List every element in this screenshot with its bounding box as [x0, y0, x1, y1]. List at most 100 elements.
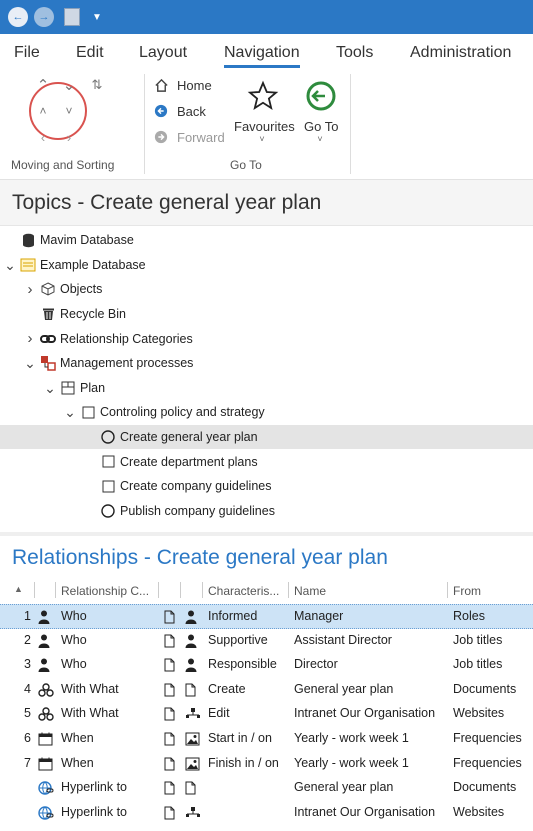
- tree-item[interactable]: ⌄ Management processes: [0, 351, 533, 376]
- tree-item[interactable]: ⌄ Controling policy and strategy: [0, 400, 533, 425]
- column-header-characteristic[interactable]: Characteris...: [208, 584, 279, 598]
- chevron-down-icon[interactable]: ⌄: [64, 405, 76, 419]
- cell-characteristic: Responsible: [208, 657, 277, 672]
- column-header-from[interactable]: From: [453, 584, 481, 598]
- forward-icon[interactable]: [152, 128, 170, 146]
- table-row[interactable]: 2 Who Supportive Assistant Director Job titl…: [0, 629, 533, 654]
- document-icon: [185, 683, 196, 700]
- document-icon: [164, 806, 175, 823]
- column-separator[interactable]: [180, 582, 181, 598]
- tree-item[interactable]: ⌄ Plan: [0, 376, 533, 401]
- favourites-button[interactable]: Favourites: [234, 119, 295, 134]
- move-up-icon[interactable]: ˄: [34, 102, 52, 120]
- column-separator[interactable]: [55, 582, 56, 598]
- move-bottom-icon[interactable]: ⌄: [60, 76, 78, 94]
- menu-layout[interactable]: Layout: [139, 44, 187, 68]
- column-separator[interactable]: [202, 582, 203, 598]
- column-separator[interactable]: [288, 582, 289, 598]
- grid-icon: [60, 380, 76, 396]
- tree-item[interactable]: Recycle Bin: [0, 302, 533, 327]
- tree-item[interactable]: ⌄ Example Database: [0, 253, 533, 278]
- home-button[interactable]: Home: [177, 78, 212, 93]
- column-separator[interactable]: [34, 582, 35, 598]
- table-row[interactable]: 4 With What Create General year plan Documen…: [0, 678, 533, 703]
- sort-ascending-icon[interactable]: ▲: [14, 584, 23, 594]
- cell-characteristic: Supportive: [208, 632, 268, 647]
- image-icon: [185, 732, 200, 749]
- star-icon[interactable]: [245, 78, 281, 114]
- link-icon: [40, 331, 56, 347]
- network-icon: [185, 806, 201, 821]
- table-row[interactable]: 7 When Finish in / on Yearly - work week 1 F…: [0, 752, 533, 777]
- back-button[interactable]: Back: [177, 104, 206, 119]
- back-icon[interactable]: [152, 102, 170, 120]
- column-separator[interactable]: [158, 582, 159, 598]
- hyperlink-icon: [38, 781, 54, 798]
- favourites-chevron-down-icon[interactable]: ˅: [257, 134, 267, 144]
- tree-item[interactable]: Publish company guidelines: [0, 499, 533, 524]
- column-header-name[interactable]: Name: [294, 584, 326, 598]
- cell-category: Who: [61, 657, 87, 672]
- quick-access-dropdown-icon[interactable]: ▼: [92, 12, 102, 23]
- table-row[interactable]: 1 Who Informed Manager Roles: [0, 604, 533, 629]
- home-icon[interactable]: [152, 76, 170, 94]
- goto-chevron-down-icon[interactable]: ˅: [315, 134, 325, 144]
- move-top-icon[interactable]: ⌃: [34, 76, 52, 94]
- tree-item[interactable]: Mavim Database: [0, 228, 533, 253]
- square-icon: [100, 454, 116, 470]
- menu-edit[interactable]: Edit: [76, 44, 104, 68]
- move-right-icon[interactable]: ›: [60, 128, 78, 146]
- sort-icon[interactable]: ⇅: [88, 76, 106, 94]
- document-icon: [164, 757, 175, 774]
- person-icon: [38, 658, 50, 675]
- menu-administration[interactable]: Administration: [410, 44, 511, 68]
- document-icon: [164, 634, 175, 651]
- row-number: 6: [24, 731, 31, 745]
- chevron-down-icon[interactable]: ⌄: [4, 258, 16, 272]
- tree-item[interactable]: Create company guidelines: [0, 474, 533, 499]
- tree-item-label: Create general year plan: [120, 430, 258, 445]
- tree-item-label: Create company guidelines: [120, 479, 272, 494]
- goto-icon[interactable]: [303, 78, 339, 114]
- tree-item[interactable]: › Objects: [0, 277, 533, 302]
- forward-button[interactable]: Forward: [177, 130, 225, 145]
- tree-item[interactable]: Create department plans: [0, 449, 533, 474]
- menu-tools[interactable]: Tools: [336, 44, 373, 68]
- move-down-icon[interactable]: ˅: [60, 102, 78, 120]
- tree-item[interactable]: › Relationship Categories: [0, 326, 533, 351]
- cell-category: Hyperlink to: [61, 780, 127, 795]
- cell-category: Hyperlink to: [61, 804, 127, 819]
- cube-icon: [40, 281, 56, 297]
- column-separator[interactable]: [447, 582, 448, 598]
- table-row[interactable]: 5 With What Edit Intranet Our Organisation W…: [0, 702, 533, 727]
- person-icon: [185, 634, 197, 651]
- menu-navigation[interactable]: Navigation: [224, 44, 300, 68]
- calendar-icon: [38, 732, 53, 749]
- move-left-icon[interactable]: ‹: [34, 128, 52, 146]
- goto-button[interactable]: Go To: [304, 119, 338, 134]
- cell-characteristic: Edit: [208, 706, 230, 721]
- table-row[interactable]: Hyperlink to Intranet Our Organisation Web…: [0, 801, 533, 826]
- cluster-icon: [38, 707, 54, 724]
- tree-item-label: Plan: [80, 380, 106, 395]
- column-header-category[interactable]: Relationship C...: [61, 584, 149, 598]
- table-row[interactable]: 6 When Start in / on Yearly - work week 1 Fr…: [0, 727, 533, 752]
- person-icon: [185, 658, 197, 675]
- row-number: 1: [24, 609, 31, 623]
- forward-arrow-icon[interactable]: →: [34, 7, 54, 27]
- image-icon: [185, 757, 200, 774]
- cell-name: General year plan: [294, 780, 394, 795]
- chevron-down-icon[interactable]: ⌄: [24, 356, 36, 370]
- menu-file[interactable]: File: [14, 44, 40, 68]
- table-row[interactable]: 3 Who Responsible Director Job titles: [0, 653, 533, 678]
- cell-name: Yearly - work week 1: [294, 731, 409, 745]
- back-arrow-icon[interactable]: ←: [8, 7, 28, 27]
- table-row[interactable]: Hyperlink to General year plan Documents: [0, 776, 533, 801]
- document-stack-icon[interactable]: [64, 8, 80, 26]
- chevron-down-icon[interactable]: ⌄: [44, 381, 56, 395]
- tree-item[interactable]: Create general year plan: [0, 424, 533, 450]
- chevron-right-icon[interactable]: ›: [24, 330, 36, 347]
- row-number: 7: [24, 755, 31, 770]
- cell-from: Roles: [453, 609, 485, 623]
- chevron-right-icon[interactable]: ›: [24, 281, 36, 298]
